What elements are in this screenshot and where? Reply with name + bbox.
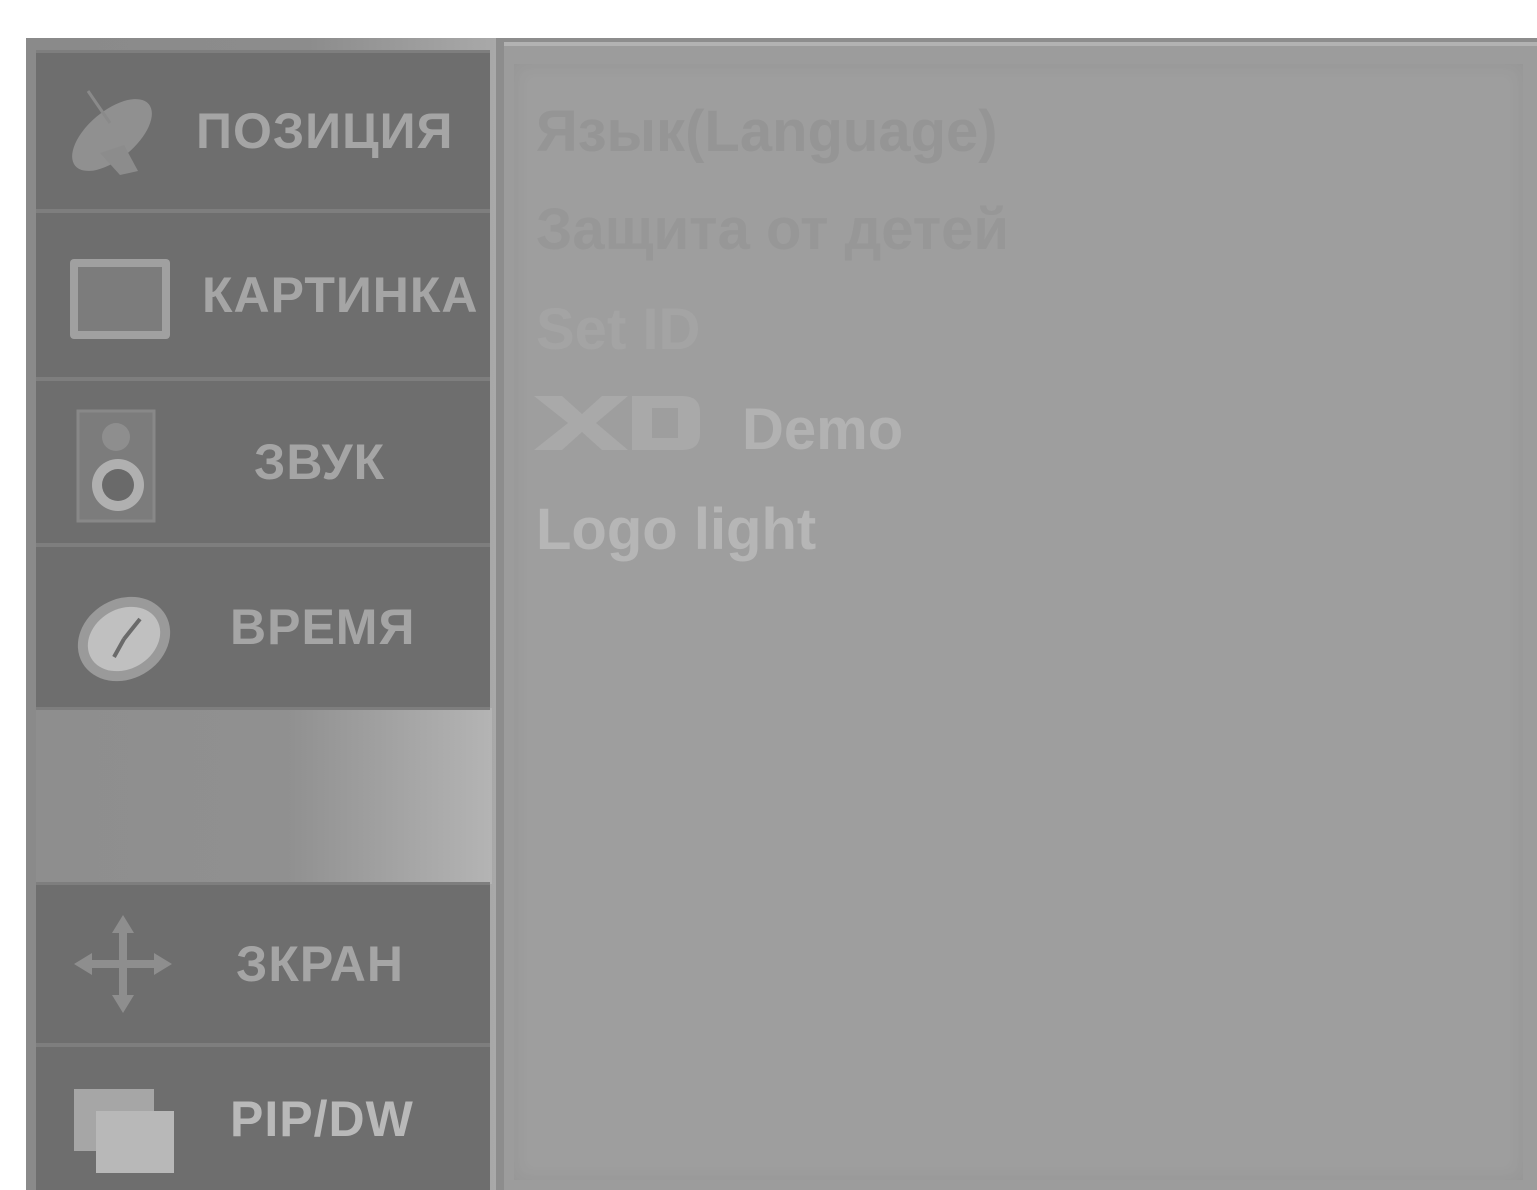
menu-item-label: ВРЕМЯ [230,599,416,655]
clock-icon [70,583,180,698]
submenu-item-language[interactable]: Язык(Language) [536,98,998,165]
submenu-item-logo-light[interactable]: Logo light [536,496,816,563]
menu-highlight-area [36,708,492,884]
satellite-dish-icon [60,83,160,188]
menu-item-label: ЗВУК [254,434,386,490]
submenu-item-set-id[interactable]: Set ID [536,296,700,363]
menu-item-sound[interactable]: ЗВУК [36,378,490,546]
menu-item-label: ЗКРАН [236,936,405,992]
submenu-item-xd-demo[interactable]: Demo [742,396,903,463]
picture-icon [66,255,176,350]
submenu-item-child-lock[interactable]: Защита от детей [536,196,1009,263]
menu-item-screen[interactable]: ЗКРАН [36,882,490,1046]
xd-logo [532,392,704,459]
menu-item-label: ПОЗИЦИЯ [196,103,454,159]
menu-item-picture[interactable]: КАРТИНКА [36,210,490,380]
move-arrows-icon [70,911,176,1022]
menu-item-position[interactable]: ПОЗИЦИЯ [36,50,490,212]
menu-item-label: КАРТИНКА [202,267,479,323]
menu-item-pip[interactable]: PIP/DW [36,1044,490,1190]
menu-item-label: PIP/DW [230,1090,414,1147]
menu-item-time[interactable]: ВРЕМЯ [36,544,490,710]
speaker-icon [72,407,162,532]
pip-windows-icon [72,1087,176,1180]
